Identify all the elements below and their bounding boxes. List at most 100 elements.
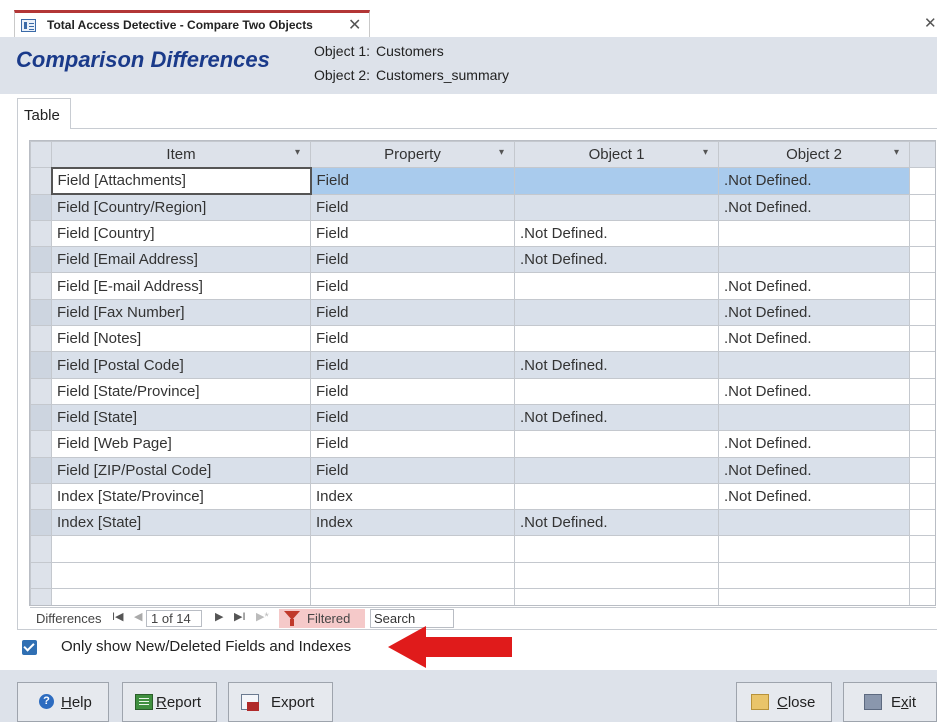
column-header-object2[interactable]: Object 2 ▾ <box>718 141 910 169</box>
cell-object2[interactable]: .Not Defined. <box>718 272 910 300</box>
cell-property[interactable]: Field <box>310 325 515 353</box>
cell-item[interactable]: Field [Web Page] <box>51 430 311 458</box>
cell-object2[interactable]: .Not Defined. <box>718 193 910 221</box>
cell-property[interactable]: Field <box>310 193 515 221</box>
cell-object1[interactable] <box>514 482 719 511</box>
row-selector[interactable] <box>30 482 52 511</box>
cell-object2[interactable] <box>718 219 910 248</box>
cell-item[interactable]: Field [Email Address] <box>51 246 311 274</box>
table-row[interactable]: Field [Attachments] Field .Not Defined. <box>30 166 935 196</box>
cell-object1[interactable]: .Not Defined. <box>514 351 719 379</box>
row-selector[interactable] <box>30 325 52 353</box>
cell-object2[interactable]: .Not Defined. <box>718 430 910 458</box>
select-all-corner[interactable] <box>30 141 52 169</box>
table-row[interactable]: Index [State] Index .Not Defined. <box>30 509 935 537</box>
window-close-icon[interactable]: ✕ <box>924 14 937 32</box>
table-row[interactable]: Field [State/Province] Field .Not Defined. <box>30 377 935 405</box>
table-row[interactable]: Index [State/Province] Index .Not Defined. <box>30 482 935 511</box>
cell-item[interactable]: Field [ZIP/Postal Code] <box>51 456 311 484</box>
column-header-property[interactable]: Property ▾ <box>310 141 515 169</box>
cell-property[interactable]: Field <box>310 246 515 274</box>
cell-property[interactable]: Field <box>310 167 515 195</box>
export-button[interactable]: Export <box>228 682 333 722</box>
chevron-down-icon[interactable]: ▾ <box>499 147 504 158</box>
report-button[interactable]: Report <box>122 682 217 722</box>
row-selector[interactable] <box>30 403 52 432</box>
tab-close-icon[interactable]: ✕ <box>348 15 361 35</box>
previous-record-icon[interactable]: ◀ <box>134 610 142 623</box>
row-selector[interactable] <box>30 351 52 379</box>
cell-object1[interactable] <box>514 325 719 353</box>
help-button[interactable]: ? Help <box>17 682 109 722</box>
cell-object2[interactable]: .Not Defined. <box>718 482 910 511</box>
table-row[interactable]: Field [ZIP/Postal Code] Field .Not Defined… <box>30 456 935 484</box>
cell-object1[interactable] <box>514 430 719 458</box>
cell-item[interactable]: Field [State/Province] <box>51 377 311 405</box>
cell-property[interactable]: Field <box>310 403 515 432</box>
cell-object1[interactable]: .Not Defined. <box>514 509 719 537</box>
cell-object2[interactable] <box>718 246 910 274</box>
cell-object2[interactable] <box>718 403 910 432</box>
cell-object2[interactable]: .Not Defined. <box>718 298 910 327</box>
cell-object1[interactable]: .Not Defined. <box>514 219 719 248</box>
column-header-object1[interactable]: Object 1 ▾ <box>514 141 719 169</box>
cell-item[interactable]: Field [E-mail Address] <box>51 272 311 300</box>
cell-item[interactable]: Field [Postal Code] <box>51 351 311 379</box>
table-row[interactable]: Field [Notes] Field .Not Defined. <box>30 325 935 353</box>
last-record-icon[interactable]: ▶I <box>234 610 246 623</box>
cell-item[interactable]: Field [Notes] <box>51 325 311 353</box>
cell-item[interactable]: Field [Country/Region] <box>51 193 311 221</box>
cell-property[interactable]: Field <box>310 298 515 327</box>
row-selector[interactable] <box>30 193 52 221</box>
cell-property[interactable]: Field <box>310 272 515 300</box>
current-record-field[interactable]: 1 of 14 <box>146 610 202 627</box>
cell-item[interactable]: Field [Attachments] <box>50 166 312 196</box>
cell-object2[interactable]: .Not Defined. <box>718 325 910 353</box>
row-selector[interactable] <box>30 509 52 537</box>
cell-property[interactable]: Index <box>310 509 515 537</box>
row-selector[interactable] <box>30 246 52 274</box>
table-row[interactable]: Field [State] Field .Not Defined. <box>30 403 935 432</box>
table-row[interactable]: Field [Country/Region] Field .Not Defined. <box>30 193 935 221</box>
differences-datasheet[interactable]: Item ▾ Property ▾ Object 1 ▾ Object 2 ▾ Fiel… <box>29 140 936 606</box>
cell-property[interactable]: Field <box>310 377 515 405</box>
close-button[interactable]: Close <box>736 682 832 722</box>
row-selector[interactable] <box>30 456 52 484</box>
cell-object1[interactable]: .Not Defined. <box>514 403 719 432</box>
exit-button[interactable]: Exit <box>843 682 937 722</box>
tab-table[interactable]: Table <box>17 98 71 129</box>
row-selector[interactable] <box>30 219 52 248</box>
row-selector[interactable] <box>30 298 52 327</box>
cell-item[interactable]: Field [Country] <box>51 219 311 248</box>
cell-object1[interactable] <box>514 298 719 327</box>
cell-object2[interactable]: .Not Defined. <box>718 377 910 405</box>
row-selector[interactable] <box>30 377 52 405</box>
cell-object1[interactable] <box>514 272 719 300</box>
cell-object1[interactable]: .Not Defined. <box>514 246 719 274</box>
cell-item[interactable]: Index [State/Province] <box>51 482 311 511</box>
row-selector[interactable] <box>30 272 52 300</box>
cell-item[interactable]: Field [Fax Number] <box>51 298 311 327</box>
filter-toggle[interactable]: Filtered <box>279 609 365 628</box>
cell-object2[interactable] <box>718 351 910 379</box>
table-row[interactable]: Field [Web Page] Field .Not Defined. <box>30 430 935 458</box>
column-header-item[interactable]: Item ▾ <box>51 141 311 169</box>
chevron-down-icon[interactable]: ▾ <box>295 147 300 158</box>
row-selector[interactable] <box>30 430 52 458</box>
cell-property[interactable]: Index <box>310 482 515 511</box>
chevron-down-icon[interactable]: ▾ <box>894 147 899 158</box>
row-selector[interactable] <box>30 167 52 195</box>
cell-property[interactable]: Field <box>310 219 515 248</box>
cell-property[interactable]: Field <box>310 456 515 484</box>
chevron-down-icon[interactable]: ▾ <box>703 147 708 158</box>
table-row[interactable]: Field [Country] Field .Not Defined. <box>30 219 935 248</box>
cell-item[interactable]: Field [State] <box>51 403 311 432</box>
first-record-icon[interactable]: I◀ <box>112 610 124 623</box>
cell-object1[interactable] <box>514 456 719 484</box>
cell-object1[interactable] <box>514 193 719 221</box>
cell-property[interactable]: Field <box>310 430 515 458</box>
new-record-icon[interactable]: ▶* <box>256 610 269 623</box>
table-row[interactable]: Field [Email Address] Field .Not Defined. <box>30 246 935 274</box>
only-new-deleted-checkbox[interactable] <box>22 640 37 655</box>
next-record-icon[interactable]: ▶ <box>215 610 223 623</box>
